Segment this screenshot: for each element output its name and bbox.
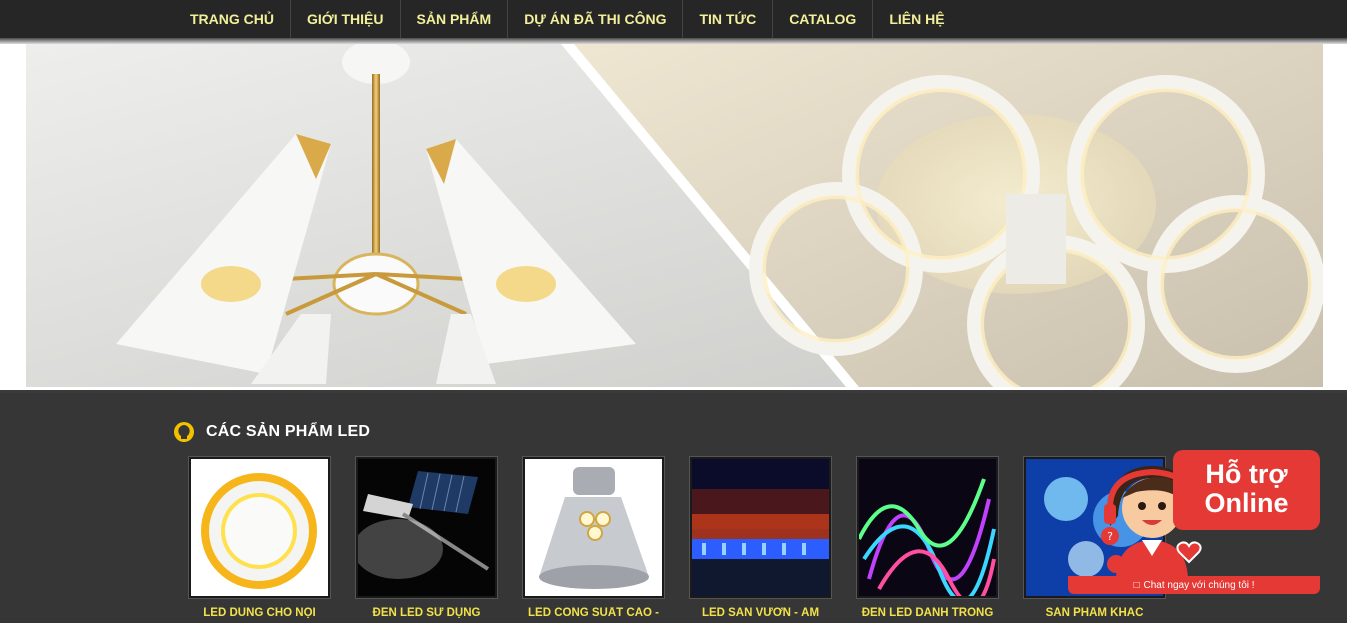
nav-item-catalog[interactable]: CATALOG bbox=[773, 0, 874, 38]
online-support-widget[interactable]: ? Hỗ trợ Online □ Chat ngay với chúng tô… bbox=[1068, 448, 1322, 598]
product-card[interactable]: LED CÔNG SUẤT CAO - bbox=[522, 456, 665, 621]
bulb-icon bbox=[174, 422, 194, 442]
product-thumbnail[interactable] bbox=[188, 456, 331, 599]
nav-item-home[interactable]: TRANG CHỦ bbox=[174, 0, 291, 38]
product-image bbox=[525, 459, 662, 596]
svg-text:?: ? bbox=[1107, 530, 1113, 543]
nav-item-contact[interactable]: LIÊN HỆ bbox=[873, 0, 960, 38]
top-navigation: TRANG CHỦ GIỚI THIỆU SẢN PHẨM DỰ ÁN ĐÃ T… bbox=[0, 0, 1347, 40]
banner-slide[interactable] bbox=[26, 44, 1323, 387]
chat-now-bar[interactable]: □ Chat ngay với chúng tôi ! bbox=[1068, 576, 1320, 594]
nav-item-projects[interactable]: DỰ ÁN ĐÃ THI CÔNG bbox=[508, 0, 684, 38]
product-name[interactable]: ĐÈN LED SỬ DỤNG bbox=[355, 607, 498, 621]
section-heading: CÁC SẢN PHẨM LED bbox=[172, 420, 370, 444]
product-image bbox=[857, 459, 996, 598]
product-name[interactable]: LED SÂN VƯỜN - ÂM bbox=[689, 607, 832, 621]
product-card[interactable]: LED SÂN VƯỜN - ÂM bbox=[689, 456, 832, 621]
nav-item-products[interactable]: SẢN PHẨM bbox=[401, 0, 509, 38]
hero-banner bbox=[0, 44, 1347, 437]
product-card[interactable]: ĐÈN LED DÀNH TRONG bbox=[856, 456, 999, 621]
nav-menu: TRANG CHỦ GIỚI THIỆU SẢN PHẨM DỰ ÁN ĐÃ T… bbox=[174, 0, 961, 38]
product-card[interactable]: ĐÈN LED SỬ DỤNG bbox=[355, 456, 498, 621]
nav-item-about[interactable]: GIỚI THIỆU bbox=[291, 0, 401, 38]
chat-bubble-icon: □ bbox=[1133, 579, 1140, 591]
product-card[interactable]: LED DÙNG CHO NỘI bbox=[188, 456, 331, 621]
support-title-line1: Hỗ trợ bbox=[1205, 459, 1288, 489]
product-thumbnail[interactable] bbox=[355, 456, 498, 599]
product-thumbnail[interactable] bbox=[856, 456, 999, 599]
support-title-line2: Online bbox=[1204, 488, 1289, 518]
product-image bbox=[692, 459, 829, 596]
product-name[interactable]: LED CÔNG SUẤT CAO - bbox=[522, 607, 665, 621]
chat-now-text: Chat ngay với chúng tôi ! bbox=[1143, 579, 1255, 591]
product-thumbnail[interactable] bbox=[689, 456, 832, 599]
product-image bbox=[356, 459, 495, 596]
product-thumbnail[interactable] bbox=[522, 456, 665, 599]
section-title: CÁC SẢN PHẨM LED bbox=[206, 423, 371, 440]
nav-item-news[interactable]: TIN TỨC bbox=[683, 0, 774, 38]
product-name[interactable]: ĐÈN LED DÀNH TRONG bbox=[856, 607, 999, 621]
product-image bbox=[191, 459, 328, 596]
banner-image bbox=[26, 44, 1323, 387]
heart-icon bbox=[1176, 541, 1202, 564]
product-name[interactable]: LED DÙNG CHO NỘI bbox=[188, 607, 331, 621]
support-bubble[interactable]: Hỗ trợ Online bbox=[1173, 450, 1320, 530]
product-name[interactable]: SẢN PHẨM KHÁC bbox=[1023, 607, 1166, 621]
